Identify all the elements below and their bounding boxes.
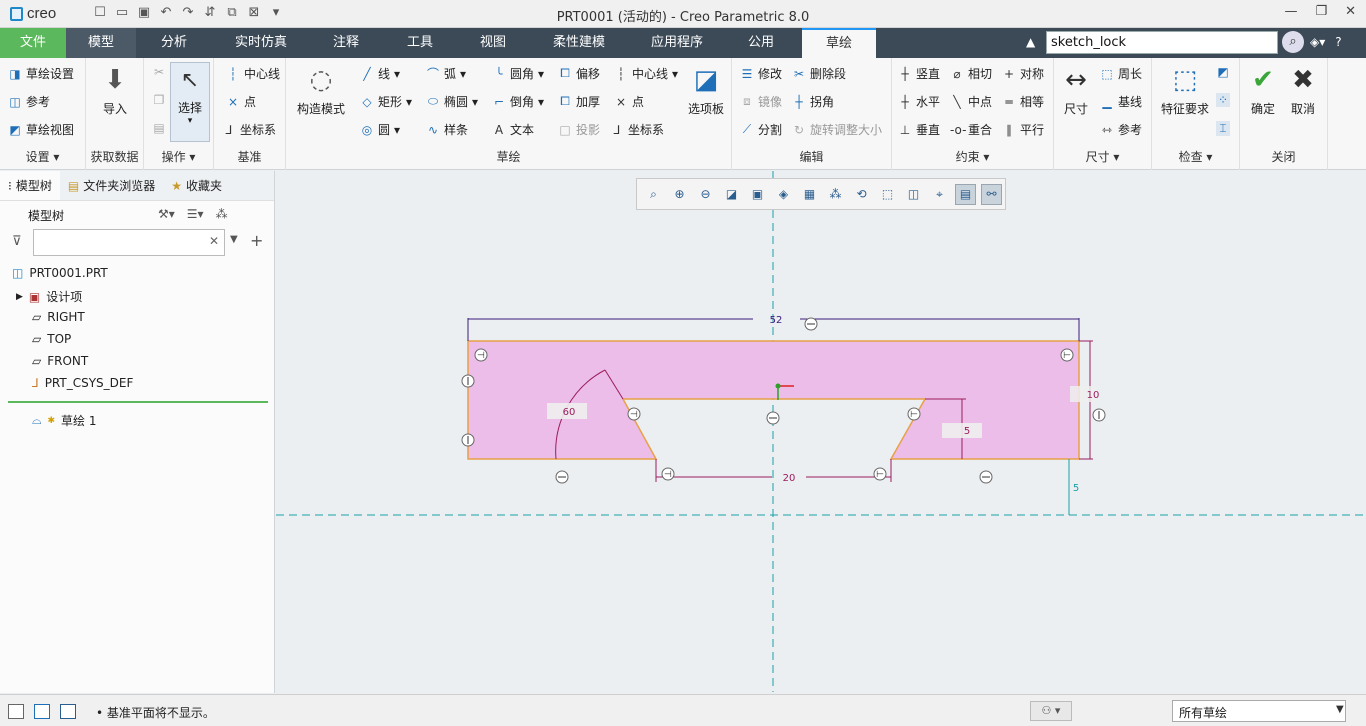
find-icon[interactable]: ⚇ ▾ — [1030, 701, 1072, 721]
spin-center-icon[interactable]: ⬚ — [877, 184, 898, 205]
svg-text:⊢: ⊢ — [1063, 351, 1071, 361]
selection-filter-dropdown[interactable]: 所有草绘 — [1172, 700, 1346, 722]
show-navigator-icon[interactable] — [8, 704, 24, 719]
annotation-display-icon[interactable]: ⟲ — [851, 184, 872, 205]
datum-display-icon[interactable]: ⁂ — [825, 184, 846, 205]
saved-views-icon[interactable]: ◈ — [773, 184, 794, 205]
svg-text:⊣: ⊣ — [477, 351, 485, 361]
dimension-5-step-text: 5 — [964, 426, 970, 437]
vertical-constraint-icon[interactable] — [1092, 408, 1106, 422]
view-manager-icon[interactable]: ▦ — [799, 184, 820, 205]
horizontal-constraint-icon[interactable] — [766, 411, 780, 425]
perpendicular-constraint-icon[interactable]: ⊣ — [474, 348, 488, 362]
svg-text:⊣: ⊣ — [630, 410, 638, 420]
dimension-5-offset-text: 5 — [1073, 483, 1079, 494]
full-screen-icon[interactable] — [60, 704, 76, 719]
perpendicular-constraint-icon[interactable]: ⊢ — [1060, 348, 1074, 362]
status-bar: • 基准平面将不显示。 ⚇ ▾ — [0, 694, 1366, 726]
dimension-10-text: 10 — [1087, 390, 1100, 401]
perpendicular-constraint-icon[interactable]: ⊣ — [627, 407, 641, 421]
dimension-60-text: 60 — [563, 407, 576, 418]
status-message: • 基准平面将不显示。 — [96, 706, 215, 720]
zoom-out-icon[interactable]: ⊖ — [695, 184, 716, 205]
svg-text:⊢: ⊢ — [876, 470, 884, 480]
zoom-in-icon[interactable]: ⊕ — [669, 184, 690, 205]
perpendicular-constraint-icon[interactable]: ⊢ — [873, 467, 887, 481]
sketch-view-icon[interactable]: ⌖ — [929, 184, 950, 205]
display-style-icon[interactable]: ▣ — [747, 184, 768, 205]
vertical-constraint-icon[interactable] — [461, 374, 475, 388]
dimension-20-text: 20 — [783, 473, 796, 484]
graphics-view-toolbar: ⌕ ⊕ ⊖ ◪ ▣ ◈ ▦ ⁂ ⟲ ⬚ ◫ ⌖ ▤ ⚯ — [636, 178, 1006, 210]
vertical-constraint-icon[interactable] — [461, 433, 475, 447]
perpendicular-constraint-icon[interactable]: ⊢ — [907, 407, 921, 421]
sketch-display-filter-icon[interactable]: ▤ — [955, 183, 976, 205]
repaint-icon[interactable]: ◪ — [721, 184, 742, 205]
dimension-52-text: 52 — [770, 315, 783, 326]
perspective-icon[interactable]: ◫ — [903, 184, 924, 205]
refit-icon[interactable]: ⌕ — [643, 184, 664, 205]
dimension-5-offset[interactable]: 5 — [1068, 459, 1079, 515]
svg-text:⊣: ⊣ — [664, 470, 672, 480]
constraint-display-icon[interactable]: ⚯ — [981, 183, 1002, 205]
status-message-text: 基准平面将不显示。 — [106, 706, 215, 720]
horizontal-constraint-icon[interactable] — [555, 470, 569, 484]
horizontal-constraint-icon[interactable] — [979, 470, 993, 484]
show-browser-icon[interactable] — [34, 704, 50, 719]
svg-text:⊢: ⊢ — [910, 410, 918, 420]
perpendicular-constraint-icon[interactable]: ⊣ — [661, 467, 675, 481]
sketch-graphics[interactable]: 52 10 60 20 5 5 ⊣ ⊢ ⊣ ⊢ ⊣ ⊢ — [0, 0, 1366, 726]
horizontal-constraint-icon[interactable] — [804, 317, 818, 331]
chevron-down-icon[interactable]: ▼ — [1336, 704, 1344, 715]
